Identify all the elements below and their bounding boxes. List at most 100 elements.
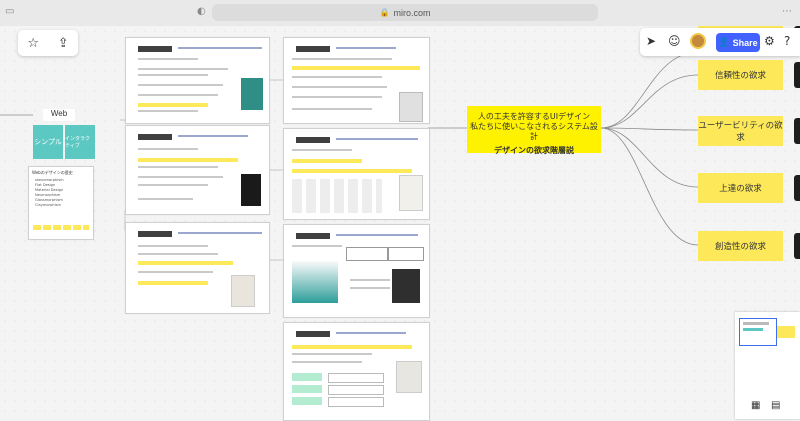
text-line	[138, 184, 208, 186]
book-card-7[interactable]	[283, 322, 430, 421]
card-tag	[296, 137, 330, 143]
cursor-icon[interactable]: ➤	[646, 34, 656, 48]
minimap-content	[743, 322, 769, 325]
book-card-2[interactable]	[125, 125, 270, 215]
text-line	[138, 58, 198, 60]
book-cover-image	[241, 174, 261, 206]
node-usability[interactable]: ユーザービリティの欲求	[698, 116, 783, 146]
text-line	[138, 110, 198, 112]
card-link[interactable]	[336, 47, 396, 49]
user-icon: 👤	[718, 37, 730, 47]
text-line	[292, 361, 362, 363]
text-line	[138, 148, 198, 150]
history-list: skeuomorphism Flat Design Material Desig…	[35, 178, 90, 208]
book-cover-image	[399, 175, 423, 211]
settings-sliders-icon[interactable]: ⚙	[764, 34, 775, 48]
book-card-6[interactable]	[283, 224, 430, 318]
book-cover-image	[396, 361, 422, 393]
text-line	[350, 287, 390, 289]
web-node-simple: シンプル	[33, 125, 63, 159]
book-cover-image	[399, 92, 423, 122]
diagram-box	[328, 385, 384, 395]
map-icon[interactable]: ▦	[751, 400, 760, 411]
card-link[interactable]	[336, 332, 406, 334]
center-line-2: 私たちに使いこなされるシステム設計	[470, 122, 598, 141]
highlight-line	[138, 158, 238, 162]
highlight-line	[292, 345, 412, 349]
card-tag	[296, 46, 330, 52]
text-line	[292, 108, 372, 110]
design-history-card[interactable]: Webのデザインの歴史 skeuomorphism Flat Design Ma…	[28, 166, 94, 240]
book-card-ux[interactable]	[125, 37, 270, 124]
card-tag	[138, 231, 172, 237]
book-cover-image	[392, 269, 420, 303]
diagram-box	[328, 373, 384, 383]
sub-node[interactable]	[794, 233, 800, 259]
book-card-3[interactable]	[125, 222, 270, 314]
sticky-row	[33, 225, 89, 230]
text-line	[138, 271, 213, 273]
highlight-line	[292, 159, 362, 163]
diagram-box	[292, 397, 322, 405]
add-reaction-icon[interactable]: ☺	[668, 34, 681, 48]
center-line-1: 人の工夫を許容するUIデザイン	[477, 112, 591, 121]
text-line	[138, 84, 223, 86]
board-toolbar: ☆ ⇪	[18, 30, 78, 56]
card-link[interactable]	[336, 138, 418, 140]
book-card-4[interactable]	[283, 37, 430, 124]
sub-node[interactable]	[794, 62, 800, 88]
card-tag	[138, 46, 172, 52]
card-tag	[296, 331, 330, 337]
web-node[interactable]: Web シンプル インタラクティブ	[33, 109, 95, 161]
text-line	[138, 74, 208, 76]
minimap-content	[743, 328, 763, 331]
highlight-line	[138, 103, 208, 107]
text-line	[138, 94, 218, 96]
star-icon[interactable]: ☆	[27, 36, 39, 51]
diagram-box	[346, 247, 388, 261]
minimap-content	[777, 326, 795, 338]
text-line	[292, 58, 392, 60]
highlight-line	[138, 261, 233, 265]
diagram-image	[292, 179, 382, 213]
text-line	[292, 96, 382, 98]
sub-node[interactable]	[794, 118, 800, 144]
diagram-box	[328, 397, 384, 407]
history-card-title: Webのデザインの歴史	[32, 170, 73, 175]
web-node-title: Web	[43, 109, 75, 121]
card-link[interactable]	[178, 47, 262, 49]
book-icon[interactable]: ▤	[771, 400, 780, 411]
help-icon[interactable]: ?	[784, 34, 790, 48]
share-button[interactable]: 👤 Share	[716, 33, 760, 52]
central-topic-node[interactable]: 人の工夫を許容するUIデザイン 私たちに使いこなされるシステム設計 デザインの欲…	[467, 106, 601, 155]
upload-icon[interactable]: ⇪	[58, 36, 69, 51]
node-reliability[interactable]: 信頼性の欲求	[698, 60, 783, 90]
collaboration-toolbar: ➤ ☺ 👤 Share ⚙ ?	[640, 28, 800, 56]
text-line	[292, 245, 342, 247]
text-line	[138, 198, 193, 200]
web-node-interactive: インタラクティブ	[65, 125, 95, 159]
text-line	[292, 149, 352, 151]
diagram-box	[292, 385, 322, 393]
center-line-3: デザインの欲求階層説	[494, 146, 574, 155]
text-line	[138, 176, 223, 178]
card-link[interactable]	[336, 234, 418, 236]
book-card-5[interactable]	[283, 128, 430, 220]
diagram-box	[388, 247, 424, 261]
diagram-box	[292, 373, 322, 381]
text-line	[138, 253, 218, 255]
card-link[interactable]	[178, 135, 248, 137]
sub-node[interactable]	[794, 175, 800, 201]
minimap[interactable]: ▦ ▤	[735, 312, 800, 419]
text-line	[138, 166, 218, 168]
book-cover-image	[231, 275, 255, 307]
text-line	[292, 353, 372, 355]
text-line	[350, 279, 390, 281]
node-creativity[interactable]: 創造性の欲求	[698, 231, 783, 261]
list-item: Claymorphism	[35, 203, 61, 207]
card-link[interactable]	[178, 232, 262, 234]
card-tag	[296, 233, 330, 239]
node-proficiency[interactable]: 上達の欲求	[698, 173, 783, 203]
text-line	[138, 245, 208, 247]
avatar[interactable]	[690, 33, 706, 49]
